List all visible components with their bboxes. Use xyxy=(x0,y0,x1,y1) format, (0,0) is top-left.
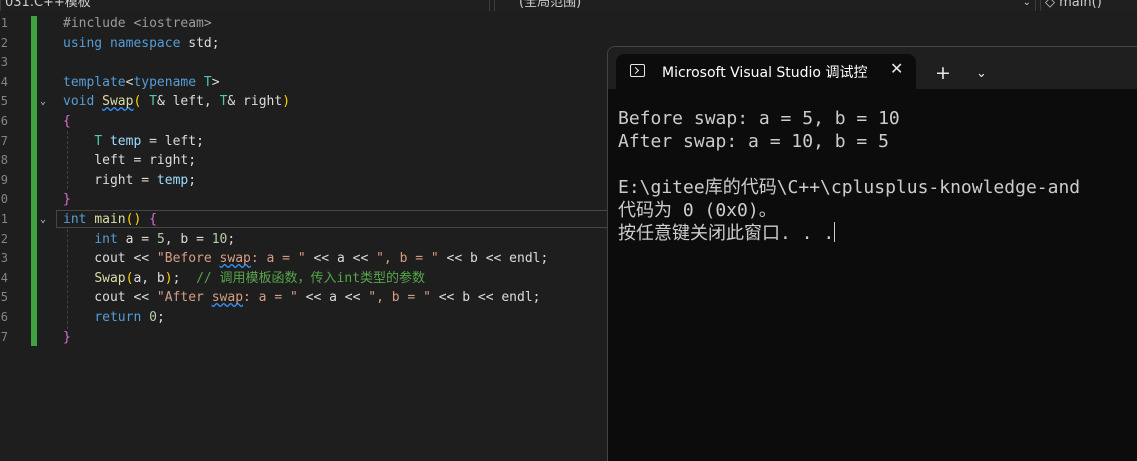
line-number: 6 xyxy=(0,114,8,128)
code-line[interactable]: } xyxy=(63,190,71,210)
scope-dropdown[interactable]: (全局范围) ⌄ xyxy=(494,0,1036,11)
console-output-line: 代码为 0 (0x0)。 xyxy=(618,200,777,221)
console-tab-bar: Microsoft Visual Studio 调试控 ✕ + ⌄ xyxy=(608,47,1137,90)
code-line[interactable]: { xyxy=(63,112,71,132)
code-line[interactable]: template<typename T> xyxy=(63,73,220,93)
close-tab-icon[interactable]: ✕ xyxy=(890,59,903,78)
console-tab[interactable]: Microsoft Visual Studio 调试控 ✕ xyxy=(616,54,916,90)
code-line[interactable]: right = temp; xyxy=(63,171,196,191)
line-number: 3 xyxy=(0,251,8,266)
collapse-chevron-icon[interactable]: ⌄ xyxy=(40,92,50,112)
line-number: 5 xyxy=(0,94,8,109)
console-output-line: 按任意键关闭此窗口. . . xyxy=(618,223,835,244)
line-number: 4 xyxy=(0,74,8,89)
scope-dropdown-label: (全局范围) xyxy=(519,0,582,10)
navigation-bar: 031.C++模板 (全局范围) ⌄ ◇ main() xyxy=(0,0,1137,11)
member-dropdown[interactable]: ◇ main() xyxy=(1040,0,1137,11)
code-line[interactable]: Swap(a, b); // 调用模板函数，传入int类型的参数 xyxy=(63,269,425,289)
console-output-line: E:\gitee库的代码\C++\cplusplus-knowledge-and xyxy=(618,177,1081,198)
console-output-line: Before swap: a = 5, b = 10 xyxy=(618,108,900,129)
line-number: 9 xyxy=(0,172,8,187)
line-number: 1 xyxy=(0,212,8,226)
code-line[interactable]: #include <iostream> xyxy=(63,14,212,34)
line-number: 1 xyxy=(0,16,8,30)
line-number: 0 xyxy=(0,192,8,207)
code-line[interactable]: left = right; xyxy=(63,151,196,171)
change-indicator-bar xyxy=(31,16,37,346)
new-tab-button[interactable]: + xyxy=(935,63,951,83)
chevron-down-icon[interactable]: ⌄ xyxy=(976,66,987,81)
project-dropdown-label: 031.C++模板 xyxy=(5,0,91,10)
code-line[interactable]: using namespace std; xyxy=(63,34,220,54)
code-line[interactable]: int main() { xyxy=(63,210,157,230)
line-number: 7 xyxy=(0,133,8,148)
cube-icon: ◇ xyxy=(1045,0,1055,10)
code-line[interactable]: cout << "After swap: a = " << a << ", b … xyxy=(63,288,540,308)
line-number: 8 xyxy=(0,153,8,168)
line-number: 3 xyxy=(0,55,8,70)
code-line[interactable]: return 0; xyxy=(63,308,164,328)
line-number: 6 xyxy=(0,310,8,324)
chevron-down-icon: ⌄ xyxy=(1022,0,1031,8)
collapse-chevron-icon[interactable]: ⌄ xyxy=(40,210,50,230)
console-output-line: After swap: a = 10, b = 5 xyxy=(618,131,889,152)
code-line[interactable]: cout << "Before swap: a = " << a << ", b… xyxy=(63,249,548,269)
project-dropdown[interactable]: 031.C++模板 xyxy=(0,0,490,11)
console-tab-title: Microsoft Visual Studio 调试控 xyxy=(662,65,868,81)
code-line[interactable]: } xyxy=(63,328,71,348)
line-number: 2 xyxy=(0,35,8,50)
line-number: 4 xyxy=(0,270,8,285)
code-line[interactable]: T temp = left; xyxy=(63,132,204,152)
code-line[interactable]: void Swap( T& left, T& right) xyxy=(63,92,290,112)
line-number: 2 xyxy=(0,231,8,246)
text-cursor xyxy=(834,222,836,242)
console-prompt-line: 按任意键关闭此窗口. . . xyxy=(618,222,836,245)
debug-console-window[interactable]: Microsoft Visual Studio 调试控 ✕ + ⌄ Before… xyxy=(607,46,1137,461)
member-dropdown-label: main() xyxy=(1059,0,1102,10)
line-number: 7 xyxy=(0,329,8,344)
code-line[interactable]: int a = 5, b = 10; xyxy=(63,230,235,250)
terminal-icon xyxy=(630,64,645,77)
line-number: 5 xyxy=(0,290,8,305)
